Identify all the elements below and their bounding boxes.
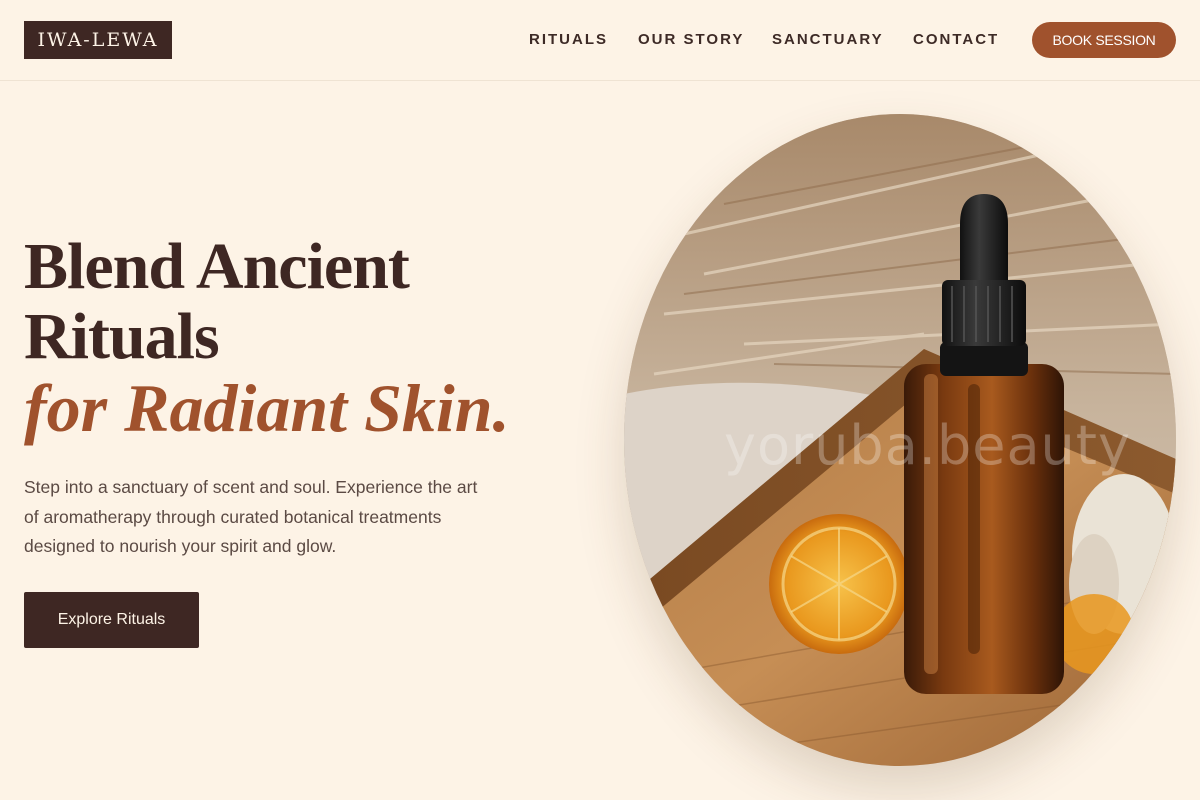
headline-line-2: Rituals — [24, 300, 220, 373]
nav-link-contact[interactable]: CONTACT — [913, 31, 999, 49]
hero-headline: Blend Ancient Rituals for Radiant Skin. — [24, 230, 604, 446]
nav-link-our-story[interactable]: OUR STORY — [638, 31, 744, 49]
site-header: IWA-LEWA RITUALS OUR STORY SANCTUARY CON… — [0, 0, 1200, 81]
hero-product-image: yoruba.beauty — [624, 114, 1176, 766]
image-watermark: yoruba.beauty — [724, 414, 1131, 477]
brand-logo[interactable]: IWA-LEWA — [24, 21, 172, 59]
explore-rituals-button[interactable]: Explore Rituals — [24, 592, 199, 648]
headline-accent: for Radiant Skin. — [24, 370, 510, 446]
nav-link-sanctuary[interactable]: SANCTUARY — [772, 31, 884, 49]
hero-subcopy: Step into a sanctuary of scent and soul.… — [24, 477, 478, 556]
headline-line-1: Blend Ancient — [24, 230, 410, 303]
nav-link-rituals[interactable]: RITUALS — [529, 31, 608, 49]
book-session-button[interactable]: BOOK SESSION — [1032, 22, 1176, 58]
